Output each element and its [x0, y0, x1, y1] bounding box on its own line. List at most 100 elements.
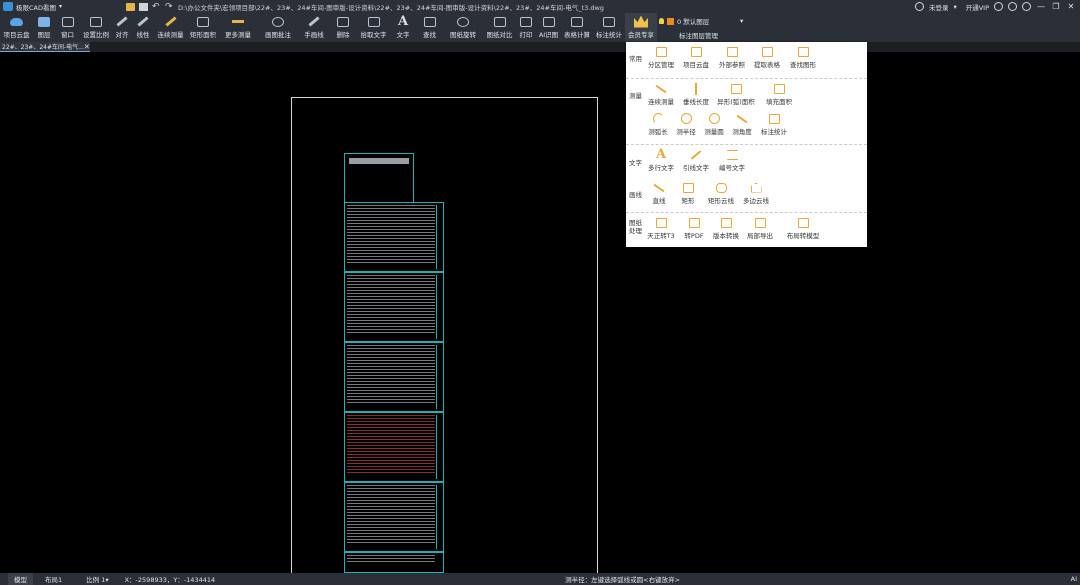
tab-layout[interactable]: 布局1 [39, 573, 68, 585]
menu-item-rect-revcloud[interactable]: 矩形云线 [704, 181, 738, 205]
menu-item-label: 外部参照 [719, 61, 745, 69]
undo-icon[interactable]: ↶ [152, 2, 161, 11]
open-folder-icon[interactable] [126, 2, 135, 11]
sheet-content [347, 415, 435, 473]
menu-item-label: 版本转换 [713, 232, 739, 240]
toolbar-window[interactable]: 窗口 [55, 13, 80, 42]
table-calc-icon [571, 16, 583, 27]
user-icon[interactable] [914, 2, 924, 11]
current-layer[interactable]: 0 默认图层 [677, 16, 737, 26]
layer-manager-button[interactable]: 标注图层管理 [659, 30, 749, 40]
close-button[interactable]: ✕ [1066, 2, 1076, 11]
toolbar-label: 项目云盘 [3, 31, 30, 39]
toolbar-compare[interactable]: 图纸对比 [483, 13, 516, 42]
leader-icon [690, 149, 702, 160]
menu-item-extract-table[interactable]: 提取表格 [750, 45, 784, 69]
menu-item-layout-to-model[interactable]: 布局转模型 [783, 216, 823, 240]
menu-item-to-pdf[interactable]: 转PDF [677, 216, 711, 240]
scale-selector[interactable]: 比例 1▾ [86, 574, 108, 584]
scale-icon [90, 16, 102, 27]
tab-model[interactable]: 模型 [8, 573, 33, 585]
menu-item-leader-text[interactable]: 引线文字 [679, 148, 713, 172]
toolbar-text[interactable]: A 文字 [390, 13, 416, 42]
menu-item-tangent-t3[interactable]: 天正转T3 [644, 216, 678, 240]
sheet-content [347, 555, 435, 564]
toolbar-label: 更多测量 [225, 31, 251, 39]
menu-item-project-cloud[interactable]: 项目云盘 [679, 45, 713, 69]
menu-item-continuous-measure[interactable]: 连续测量 [644, 82, 678, 106]
save-icon[interactable] [139, 2, 148, 11]
menu-item-label: 局部导出 [747, 232, 773, 240]
maximize-button[interactable]: ❐ [1051, 2, 1061, 11]
drawing-canvas[interactable] [0, 52, 1080, 577]
toolbar-dim-stats[interactable]: 标注统计 [593, 13, 625, 42]
menu-item-find-shape[interactable]: 查找图形 [786, 45, 820, 69]
toolbar-rotate[interactable]: 图纸旋转 [443, 13, 483, 42]
menu-item-mtext[interactable]: A 多行文字 [644, 148, 678, 173]
toolbar-linear[interactable]: 线性 [132, 13, 154, 42]
menu-item-irregular-area[interactable]: 异形(弧)面积 [715, 82, 757, 106]
status-bar: 模型 布局1 比例 1▾ X：-2598933，Y：-1434414 测半径：左… [0, 573, 1080, 585]
menu-item-perpendicular-length[interactable]: 垂线长度 [679, 82, 713, 106]
annotate-icon [272, 16, 284, 27]
close-icon[interactable]: ✕ [84, 43, 90, 51]
menu-item-label: 测弧长 [648, 128, 668, 136]
menu-group-title: 文字 [629, 159, 642, 167]
menu-item-xref[interactable]: 外部参照 [715, 45, 749, 69]
toolbar-pick-text[interactable]: 拾取文字 [357, 13, 390, 42]
drawing-sheet [344, 342, 444, 412]
dim-stats-icon [768, 113, 780, 124]
menu-item-poly-revcloud[interactable]: 多边云线 [739, 181, 773, 205]
perpendicular-icon [695, 82, 697, 95]
title-block [436, 205, 442, 269]
toolbar-label: 会员专享 [628, 31, 654, 39]
arc-icon [652, 113, 664, 124]
toolbar-ai[interactable]: AI识图 [536, 13, 561, 42]
toolbar-layers[interactable]: 图层 [33, 13, 55, 42]
menu-item-numbered-text[interactable]: 编号文字 [715, 148, 749, 172]
login-link[interactable]: 未登录 [929, 2, 949, 12]
chevron-down-icon[interactable]: ▾ [740, 17, 743, 25]
toolbar-set-scale[interactable]: 设置比例 [80, 13, 112, 42]
toolbar-find[interactable]: 查找 [416, 13, 443, 42]
ai-status[interactable]: AI [1071, 575, 1077, 583]
settings-icon[interactable] [994, 2, 1003, 11]
menu-item-fill-area[interactable]: 填充面积 [762, 82, 796, 106]
chevron-down-icon[interactable]: ▾ [59, 3, 62, 10]
drawing-sheet-cover [344, 153, 414, 203]
toolbar-more-measure[interactable]: 更多测量 [219, 13, 257, 42]
sync-icon[interactable] [1008, 2, 1017, 11]
menu-item-zone-manage[interactable]: 分区管理 [644, 45, 678, 69]
t3-icon [655, 217, 667, 228]
document-tab[interactable]: 22#、23#、24#车间-电气... ✕ [0, 42, 90, 52]
measure-icon [164, 16, 177, 27]
menu-item-version-convert[interactable]: 版本转换 [709, 216, 743, 240]
menu-item-rectangle[interactable]: 矩形 [671, 181, 705, 205]
menu-item-label: 矩形云线 [708, 197, 734, 205]
toolbar-annotate[interactable]: 画图批注 [257, 13, 299, 42]
toolbar-continuous-measure[interactable]: 连续测量 [154, 13, 187, 42]
toolbar-project-cloud[interactable]: 项目云盘 [0, 13, 33, 42]
bulb-icon[interactable] [659, 18, 664, 24]
toolbar-table-calc[interactable]: 表格计算 [561, 13, 593, 42]
menu-item-partial-export[interactable]: 局部导出 [743, 216, 777, 240]
toolbar-vip[interactable]: 会员专享 [625, 13, 657, 42]
layout-model-icon [797, 217, 809, 228]
toolbar-rect-area[interactable]: 矩形面积 [187, 13, 219, 42]
menu-item-dim-stats[interactable]: 标注统计 [757, 112, 791, 136]
toolbar-align[interactable]: 对齐 [112, 13, 132, 42]
compare-icon [493, 16, 506, 27]
toolbar-delete[interactable]: 删除 [329, 13, 357, 42]
fill-area-icon [773, 83, 785, 94]
menu-item-label: 测半径 [676, 128, 696, 136]
menu-item-angle[interactable]: 测角度 [725, 112, 759, 136]
menu-item-label: 分区管理 [648, 61, 674, 69]
help-icon[interactable] [1022, 2, 1031, 11]
vip-link[interactable]: 开通VIP [966, 2, 989, 12]
toolbar-print[interactable]: 打印 [516, 13, 536, 42]
toolbar-freehand[interactable]: 手画线 [299, 13, 329, 42]
toolbar-label: 画图批注 [265, 31, 291, 39]
minimize-button[interactable]: — [1036, 2, 1046, 11]
redo-icon[interactable]: ↷ [165, 2, 174, 11]
chevron-down-icon[interactable]: ▾ [953, 3, 956, 11]
